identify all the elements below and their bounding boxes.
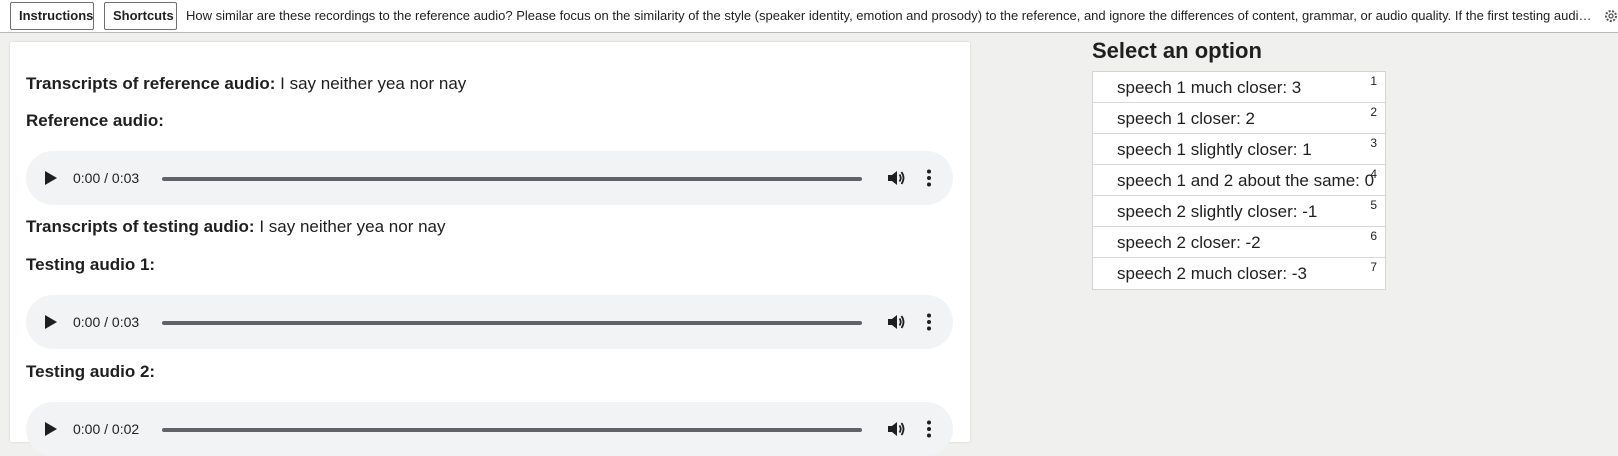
option-shortcut-key: 3	[1370, 136, 1377, 150]
volume-icon[interactable]	[887, 313, 905, 331]
option-shortcut-key: 5	[1370, 198, 1377, 212]
play-icon[interactable]	[44, 170, 58, 186]
option-shortcut-key: 7	[1370, 260, 1377, 274]
time-separator: /	[104, 314, 109, 330]
option-label: speech 2 closer: -2	[1117, 233, 1261, 252]
volume-icon[interactable]	[887, 169, 905, 187]
seek-bar[interactable]	[162, 428, 862, 432]
duration: 0:03	[111, 170, 140, 186]
more-vert-icon[interactable]	[926, 169, 932, 187]
option-speech2-slightly-closer[interactable]: speech 2 slightly closer: -1 5	[1093, 196, 1385, 227]
current-time: 0:00	[73, 314, 101, 330]
testing-audio-1-label: Testing audio 1:	[26, 255, 156, 274]
testing-transcript-text: I say neither yea nor nay	[259, 217, 446, 236]
option-label: speech 1 slightly closer: 1	[1117, 140, 1312, 159]
testing-audio-2-player[interactable]: 0:00 / 0:02	[26, 402, 953, 456]
instructions-button[interactable]: Instructions	[10, 2, 94, 30]
current-time: 0:00	[73, 170, 101, 186]
play-icon[interactable]	[44, 421, 58, 437]
option-speech1-slightly-closer[interactable]: speech 1 slightly closer: 1 3	[1093, 134, 1385, 165]
time-separator: /	[104, 170, 109, 186]
reference-transcript-text: I say neither yea nor nay	[280, 74, 467, 93]
option-speech2-much-closer[interactable]: speech 2 much closer: -3 7	[1093, 258, 1385, 289]
testing-audio-1-player[interactable]: 0:00 / 0:03	[26, 295, 953, 349]
more-vert-icon[interactable]	[926, 313, 932, 331]
reference-transcript: Transcripts of reference audio: I say ne…	[26, 74, 466, 94]
option-shortcut-key: 4	[1370, 167, 1377, 181]
seek-bar[interactable]	[162, 321, 862, 325]
play-icon[interactable]	[44, 314, 58, 330]
option-shortcut-key: 6	[1370, 229, 1377, 243]
option-about-the-same[interactable]: speech 1 and 2 about the same: 0 4	[1093, 165, 1385, 196]
option-shortcut-key: 1	[1370, 74, 1377, 88]
time-display: 0:00 / 0:03	[73, 151, 139, 205]
options-list: speech 1 much closer: 3 1 speech 1 close…	[1092, 71, 1386, 290]
task-prompt: How similar are these recordings to the …	[186, 8, 1594, 23]
gear-icon[interactable]	[1604, 9, 1618, 23]
option-label: speech 2 slightly closer: -1	[1117, 202, 1318, 221]
task-panel: Transcripts of reference audio: I say ne…	[10, 42, 970, 456]
testing-transcript: Transcripts of testing audio: I say neit…	[26, 217, 446, 237]
reference-audio-label: Reference audio:	[26, 111, 164, 130]
shortcuts-button[interactable]: Shortcuts	[104, 2, 177, 30]
current-time: 0:00	[73, 421, 101, 437]
time-separator: /	[104, 421, 109, 437]
seek-bar[interactable]	[162, 177, 862, 181]
duration: 0:02	[111, 421, 140, 437]
option-speech2-closer[interactable]: speech 2 closer: -2 6	[1093, 227, 1385, 258]
option-label: speech 2 much closer: -3	[1117, 264, 1307, 283]
option-speech1-closer[interactable]: speech 1 closer: 2 2	[1093, 103, 1385, 134]
option-shortcut-key: 2	[1370, 105, 1377, 119]
option-label: speech 1 and 2 about the same: 0	[1117, 171, 1375, 190]
testing-transcript-label: Transcripts of testing audio:	[26, 217, 255, 236]
option-speech1-much-closer[interactable]: speech 1 much closer: 3 1	[1093, 72, 1385, 103]
reference-audio-player[interactable]: 0:00 / 0:03	[26, 151, 953, 205]
more-vert-icon[interactable]	[926, 420, 932, 438]
reference-transcript-label: Transcripts of reference audio:	[26, 74, 276, 93]
time-display: 0:00 / 0:03	[73, 295, 139, 349]
volume-icon[interactable]	[887, 420, 905, 438]
option-label: speech 1 closer: 2	[1117, 109, 1255, 128]
testing-audio-2-label: Testing audio 2:	[26, 362, 156, 381]
option-label: speech 1 much closer: 3	[1117, 78, 1302, 97]
top-bar: Instructions Shortcuts How similar are t…	[0, 0, 1618, 33]
time-display: 0:00 / 0:02	[73, 402, 139, 456]
duration: 0:03	[111, 314, 140, 330]
options-title: Select an option	[1092, 38, 1262, 63]
